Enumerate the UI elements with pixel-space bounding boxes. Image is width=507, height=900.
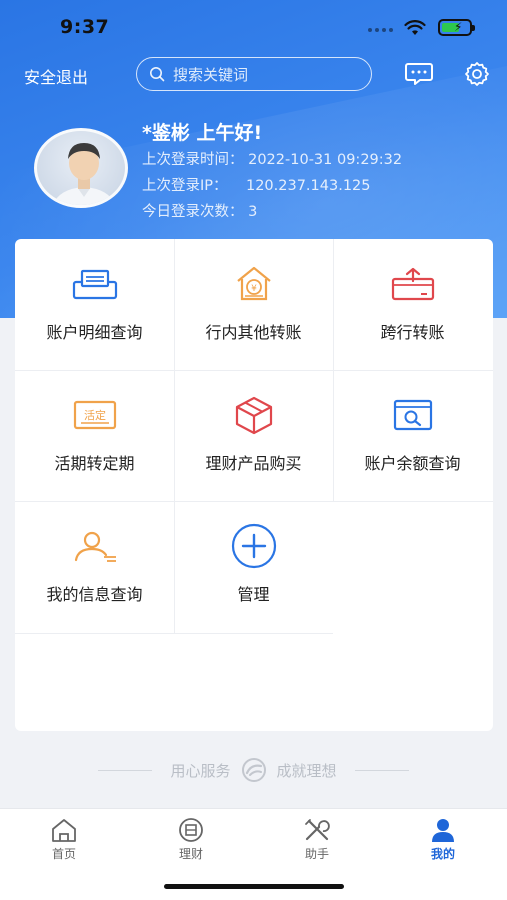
last-login-time-label: 上次登录时间： [142, 152, 244, 168]
tools-icon [305, 819, 330, 841]
today-logins-row: 今日登录次数： 3 [142, 200, 257, 221]
svg-text:¥: ¥ [251, 284, 257, 294]
divider [15, 633, 333, 634]
services-grid: 账户明细查询 ¥ 行内其他转账 跨行转账 活定 活期转定期 理财产品购买 账户余… [15, 239, 493, 634]
home-indicator [164, 884, 344, 889]
tab-wealth[interactable]: 理财 [151, 817, 231, 862]
add-icon [231, 523, 276, 569]
status-bar: 9:37 ⚡ [0, 0, 507, 56]
service-label: 行内其他转账 [205, 323, 302, 342]
divider [354, 769, 409, 771]
service-account-detail[interactable]: 账户明细查询 [15, 239, 174, 370]
search-input[interactable]: 搜索关键词 [136, 57, 372, 91]
tab-mine[interactable]: 我的 [403, 817, 483, 862]
wifi-icon [404, 20, 426, 35]
search-placeholder: 搜索关键词 [173, 65, 249, 84]
bank-logo-icon [241, 758, 266, 782]
service-balance-query[interactable]: 账户余额查询 [333, 370, 492, 501]
fixed-badge-text: 活定 [84, 408, 106, 422]
service-label: 活期转定期 [54, 454, 135, 473]
wealth-product-icon [235, 396, 272, 435]
avatar[interactable] [34, 128, 128, 208]
cellular-signal-icon [368, 28, 393, 32]
service-interbank-transfer[interactable]: 跨行转账 [333, 239, 492, 370]
divider [98, 769, 153, 771]
balance-query-icon [393, 399, 432, 431]
tab-assistant[interactable]: 助手 [277, 817, 357, 862]
gear-icon[interactable] [464, 61, 490, 87]
service-label: 跨行转账 [380, 323, 445, 342]
last-login-time-row: 上次登录时间： 2022-10-31 09:29:32 [142, 148, 402, 169]
last-login-time-value: 2022-10-31 09:29:32 [248, 152, 403, 168]
service-label: 账户余额查询 [364, 454, 461, 473]
tab-label: 首页 [51, 847, 76, 861]
internal-transfer-icon: ¥ [236, 266, 271, 301]
account-detail-icon [72, 269, 117, 300]
message-icon[interactable] [405, 62, 433, 86]
greeting-text: *鉴彬 上午好! [142, 122, 263, 144]
service-manage[interactable]: 管理 [174, 501, 333, 632]
search-icon [150, 67, 165, 82]
last-login-ip-label: 上次登录IP： [142, 178, 228, 194]
wealth-icon [179, 818, 203, 842]
current-to-fixed-icon: 活定 [73, 400, 116, 430]
service-my-info[interactable]: 我的信息查询 [15, 501, 174, 632]
service-current-to-fixed[interactable]: 活定 活期转定期 [15, 370, 174, 501]
slogan-left: 用心服务 [170, 761, 231, 780]
last-login-ip-row: 上次登录IP： 120.237.143.125 [142, 174, 371, 195]
tab-label: 我的 [430, 847, 455, 861]
tab-home[interactable]: 首页 [24, 817, 104, 862]
my-info-icon [74, 531, 116, 562]
logout-button[interactable]: 安全退出 [24, 64, 88, 88]
service-internal-transfer[interactable]: ¥ 行内其他转账 [174, 239, 333, 370]
service-wealth-product[interactable]: 理财产品购买 [174, 370, 333, 501]
last-login-ip-value: 120.237.143.125 [245, 178, 371, 194]
user-icon [432, 819, 454, 842]
home-icon [52, 819, 76, 842]
slogan-right: 成就理想 [276, 761, 337, 780]
services-card: 账户明细查询 ¥ 行内其他转账 跨行转账 活定 活期转定期 理财产品购买 账户余… [15, 239, 493, 731]
today-logins-label: 今日登录次数： [142, 204, 244, 220]
interbank-transfer-icon [391, 267, 434, 301]
service-label: 理财产品购买 [205, 454, 302, 473]
battery-icon: ⚡ [438, 19, 475, 36]
slogan: 用心服务 成就理想 [0, 758, 507, 782]
today-logins-value: 3 [248, 204, 258, 220]
service-label: 管理 [237, 585, 270, 604]
status-time: 9:37 [60, 16, 110, 38]
service-label: 我的信息查询 [46, 585, 143, 604]
tab-label: 理财 [178, 847, 203, 861]
service-label: 账户明细查询 [46, 323, 143, 342]
tab-label: 助手 [304, 847, 329, 861]
